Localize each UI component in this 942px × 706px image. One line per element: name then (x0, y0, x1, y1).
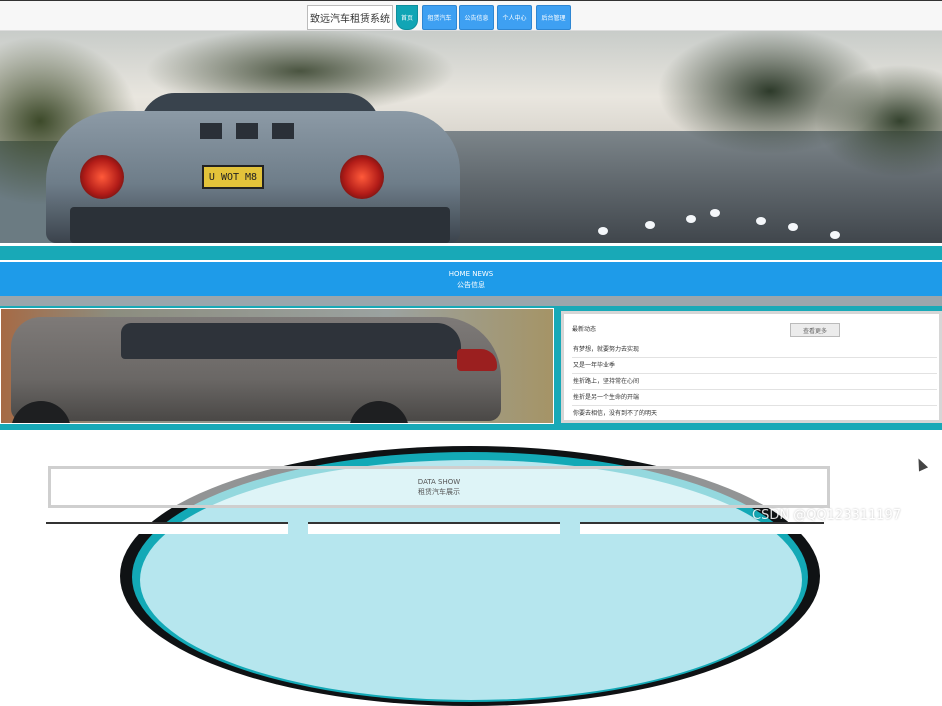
car-stripe (236, 123, 258, 139)
news-item[interactable]: 挫折路上，坚持常在心间 (572, 374, 937, 390)
car-card[interactable] (308, 522, 560, 534)
road-light (788, 223, 798, 231)
car-stripe (272, 123, 294, 139)
teal-divider (0, 246, 942, 260)
news-item[interactable]: 挫折是另一个生命的开端 (572, 390, 937, 406)
hero-banner-image: U WOT M8 (0, 31, 942, 243)
car-stripe (200, 123, 222, 139)
road-light (710, 209, 720, 217)
watermark: CSDN @QQ123311197 (752, 508, 902, 523)
data-show-title-en: DATA SHOW (417, 478, 461, 486)
grey-divider (0, 296, 942, 306)
minivan-window (121, 323, 461, 359)
news-item-title[interactable]: 又是一年毕业季 (572, 362, 615, 369)
road-light (756, 217, 766, 225)
news-item-title[interactable]: 你要去相信，没有到不了的明天 (572, 410, 657, 417)
tail-light-right (340, 155, 384, 199)
site-brand[interactable]: 致远汽车租赁系统 (307, 5, 393, 30)
road-light (645, 221, 655, 229)
news-section-header: HOME NEWS 公告信息 (0, 262, 942, 296)
road-light (830, 231, 840, 239)
news-item[interactable]: 又是一年毕业季 (572, 358, 937, 374)
license-plate: U WOT M8 (202, 165, 264, 189)
data-show-title-cn: 租赁汽车展示 (418, 488, 460, 496)
nav-admin[interactable]: 后台管理 (536, 5, 571, 30)
nav-personal-center[interactable]: 个人中心 (497, 5, 532, 30)
road-light (686, 215, 696, 223)
nav-home[interactable]: 首页 (396, 5, 418, 30)
news-item[interactable]: 有梦想，就要努力去实现 (572, 342, 937, 358)
car-bumper (70, 207, 450, 243)
news-item[interactable]: 你要去相信，没有到不了的明天 (572, 406, 937, 421)
news-list-panel: 最新动态 查看更多 有梦想，就要努力去实现 又是一年毕业季 挫折路上，坚持常在心… (561, 311, 942, 423)
car-card[interactable] (46, 522, 288, 534)
mouse-cursor-icon (913, 456, 929, 472)
teal-divider (0, 424, 942, 430)
top-navbar: 致远汽车租赁系统 首页 租赁汽车 公告信息 个人中心 后台管理 (0, 0, 942, 31)
nav-rent-cars[interactable]: 租赁汽车 (422, 5, 457, 30)
news-panel-heading: 最新动态 (572, 326, 597, 333)
news-title-cn: 公告信息 (457, 281, 485, 289)
view-more-button[interactable]: 查看更多 (790, 323, 840, 337)
tail-light-left (80, 155, 124, 199)
news-feature-image (0, 308, 554, 424)
news-title-en: HOME NEWS (448, 270, 494, 278)
car-card[interactable] (580, 522, 824, 534)
nav-announcements[interactable]: 公告信息 (459, 5, 494, 30)
data-show-header: DATA SHOW 租赁汽车展示 (48, 466, 830, 508)
minivan-tail-light (457, 349, 497, 371)
news-item-title[interactable]: 挫折路上，坚持常在心间 (572, 378, 639, 385)
news-item-title[interactable]: 有梦想，就要努力去实现 (572, 346, 639, 353)
road-light (598, 227, 608, 235)
news-item-title[interactable]: 挫折是另一个生命的开端 (572, 394, 639, 401)
